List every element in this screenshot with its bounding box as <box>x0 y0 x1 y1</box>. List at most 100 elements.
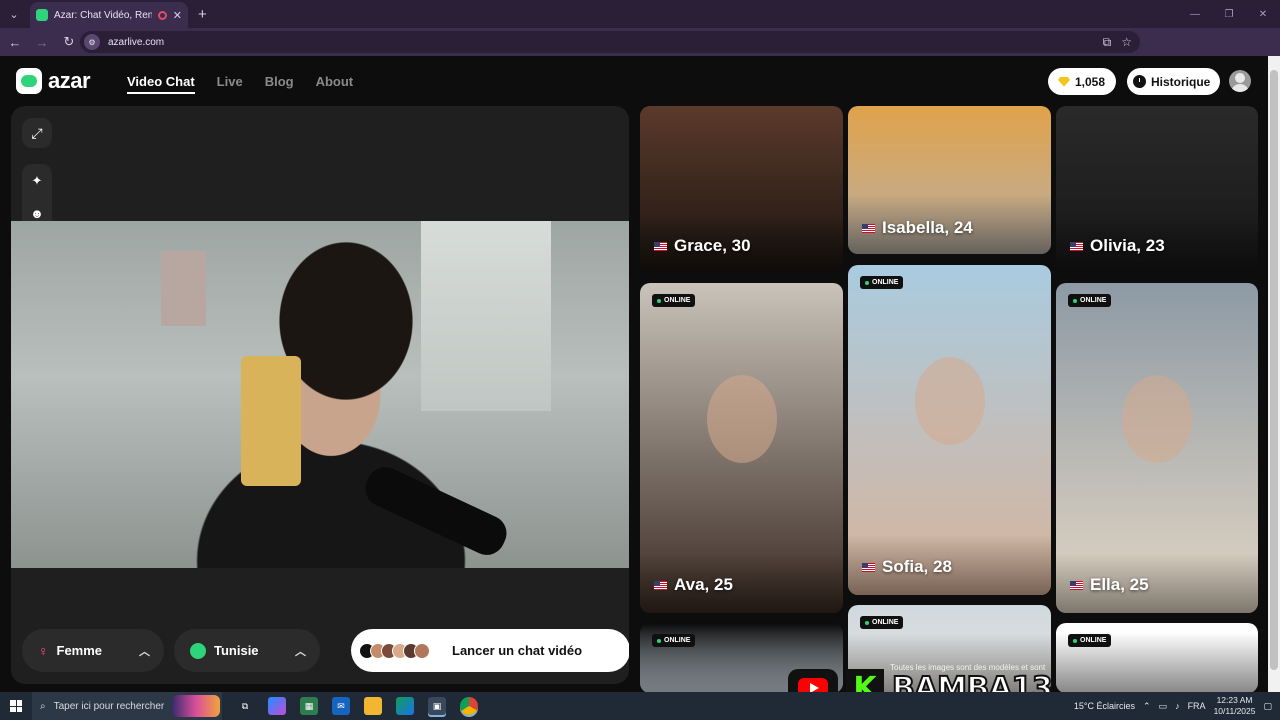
nav-link-live[interactable]: Live <box>217 74 243 94</box>
nav-link-about[interactable]: About <box>316 74 354 94</box>
language-indicator[interactable]: FRA <box>1188 701 1206 711</box>
gender-filter[interactable]: ♀ Femme ︿ <box>22 629 164 672</box>
browser-toolbar: ← → ↻ ⚙ azarlive.com ⧉ ☆ tU⧉a⋮ <box>0 28 1280 76</box>
online-dot-icon <box>657 298 661 303</box>
us-flag-icon <box>654 580 667 590</box>
close-tab-icon[interactable]: ✕ <box>173 9 182 22</box>
profile-card[interactable]: ONLINE <box>1056 623 1258 692</box>
us-flag-icon <box>862 562 875 572</box>
copilot-icon[interactable] <box>268 697 286 715</box>
coins-button[interactable]: 1,058 <box>1048 68 1117 95</box>
online-label: ONLINE <box>1080 297 1107 304</box>
azar-favicon <box>36 9 48 21</box>
azar-page: azar Video Chat Live Blog About 1,058 Histo… <box>0 56 1268 692</box>
online-badge: ONLINE <box>652 634 696 647</box>
profile-card[interactable]: ONLINE Ella, 25 <box>1056 283 1258 613</box>
logo-text: azar <box>48 68 91 93</box>
store-icon[interactable]: ▦ <box>300 697 318 715</box>
match-controls: ♀ Femme ︿ Tunisie ︿ Lancer un chat vidéo <box>22 629 629 672</box>
online-dot-icon <box>865 280 869 285</box>
address-bar[interactable]: ⚙ azarlive.com ⧉ ☆ <box>80 31 1140 53</box>
history-label: Historique <box>1151 74 1211 89</box>
profile-name: Ella, 25 <box>1070 575 1149 595</box>
taskbar-search[interactable]: ⌕ Taper ici pour rechercher <box>32 692 222 720</box>
us-flag-icon <box>862 223 875 233</box>
video-panel: ⤢ ✦ ☻ ♀ Femme ︿ Tunisie ︿ Lancer un chat… <box>11 106 629 684</box>
avatar-stack <box>359 642 430 659</box>
chrome-icon[interactable] <box>460 697 478 715</box>
nav-link-blog[interactable]: Blog <box>265 74 294 94</box>
network-icon[interactable]: ▭ <box>1159 701 1168 712</box>
profile-name: Ava, 25 <box>654 575 733 595</box>
new-tab-button[interactable]: + <box>198 6 207 23</box>
profile-name: Olivia, 23 <box>1070 236 1165 256</box>
weather-text[interactable]: 15°C Éclaircies <box>1074 701 1135 711</box>
female-icon: ♀ <box>38 642 49 659</box>
site-info-icon[interactable]: ⚙ <box>84 34 100 50</box>
task-view-icon[interactable]: ⧉ <box>236 697 254 715</box>
background-chair <box>241 356 301 486</box>
video-tools: ⤢ ✦ ☻ <box>22 118 52 230</box>
profile-name: Grace, 30 <box>654 236 751 256</box>
online-dot-icon <box>865 620 869 625</box>
microphone <box>359 461 513 561</box>
user-avatar-icon[interactable] <box>1229 70 1251 92</box>
start-button[interactable] <box>0 692 32 720</box>
background-poster <box>161 251 206 326</box>
snipping-tool-icon[interactable]: ▣ <box>428 697 446 715</box>
chevron-up-icon: ︿ <box>139 645 150 658</box>
close-window-button[interactable]: ✕ <box>1246 0 1280 28</box>
chevron-up-icon: ︿ <box>295 645 306 658</box>
sparkle-effects-icon[interactable]: ✦ <box>22 168 52 194</box>
maximize-button[interactable]: ❐ <box>1212 0 1246 28</box>
mail-icon[interactable]: ✉ <box>332 697 350 715</box>
online-dot-icon <box>1073 638 1077 643</box>
profile-card[interactable]: Grace, 30 <box>640 106 843 273</box>
minimize-button[interactable]: — <box>1178 0 1212 28</box>
history-button[interactable]: Historique <box>1127 68 1221 95</box>
profile-card[interactable]: Olivia, 23 <box>1056 106 1258 273</box>
time-text: 12:23 AM <box>1216 695 1253 705</box>
profile-name-text: Ava, 25 <box>674 575 733 594</box>
date-text: 10/11/2025 <box>1213 706 1256 716</box>
file-explorer-icon[interactable] <box>364 697 382 715</box>
fullscreen-icon[interactable]: ⤢ <box>22 118 52 148</box>
profile-card[interactable]: ONLINE Ava, 25 <box>640 283 843 613</box>
browser-tab[interactable]: Azar: Chat Vidéo, Rencontre ✕ <box>30 2 188 28</box>
bookmark-star-icon[interactable]: ☆ <box>1121 35 1132 50</box>
edge-icon[interactable] <box>396 697 414 715</box>
tray-chevron-icon[interactable]: ⌃ <box>1143 701 1151 712</box>
online-badge: ONLINE <box>860 616 904 629</box>
start-video-chat-button[interactable]: Lancer un chat vidéo <box>351 629 629 672</box>
country-filter[interactable]: Tunisie ︿ <box>174 629 320 672</box>
profile-name-text: Grace, 30 <box>674 236 751 255</box>
scrollbar-thumb[interactable] <box>1270 70 1278 670</box>
online-label: ONLINE <box>664 297 691 304</box>
taskbar-clock[interactable]: 12:23 AM 10/11/2025 <box>1214 695 1256 717</box>
online-label: ONLINE <box>872 619 899 626</box>
clock-icon <box>1133 75 1146 88</box>
us-flag-icon <box>1070 580 1083 590</box>
profile-name-text: Isabella, 24 <box>882 218 973 237</box>
notifications-icon[interactable]: ▢ <box>1263 701 1272 712</box>
back-button[interactable]: ← <box>3 30 27 54</box>
url-text[interactable]: azarlive.com <box>108 37 164 48</box>
azar-logo[interactable]: azar <box>16 68 91 94</box>
coin-count: 1,058 <box>1075 74 1106 89</box>
page-scrollbar[interactable] <box>1268 56 1280 692</box>
profile-card[interactable]: ONLINE Sofia, 28 <box>848 265 1051 595</box>
country-value: Tunisie <box>214 643 259 658</box>
windows-icon <box>10 700 22 712</box>
volume-icon[interactable]: ♪ <box>1175 701 1180 711</box>
profile-card[interactable]: Isabella, 24 <box>848 106 1051 254</box>
azar-logo-icon <box>16 68 42 94</box>
install-app-icon[interactable]: ⧉ <box>1103 35 1112 50</box>
forward-button[interactable]: → <box>30 30 54 54</box>
tab-search-button[interactable]: ⌄ <box>0 0 28 28</box>
background-window <box>421 221 551 411</box>
gender-value: Femme <box>56 643 103 658</box>
profile-name-text: Ella, 25 <box>1090 575 1149 594</box>
reload-button[interactable]: ↻ <box>57 30 81 54</box>
nav-link-video-chat[interactable]: Video Chat <box>127 74 195 94</box>
profile-name: Sofia, 28 <box>862 557 952 577</box>
